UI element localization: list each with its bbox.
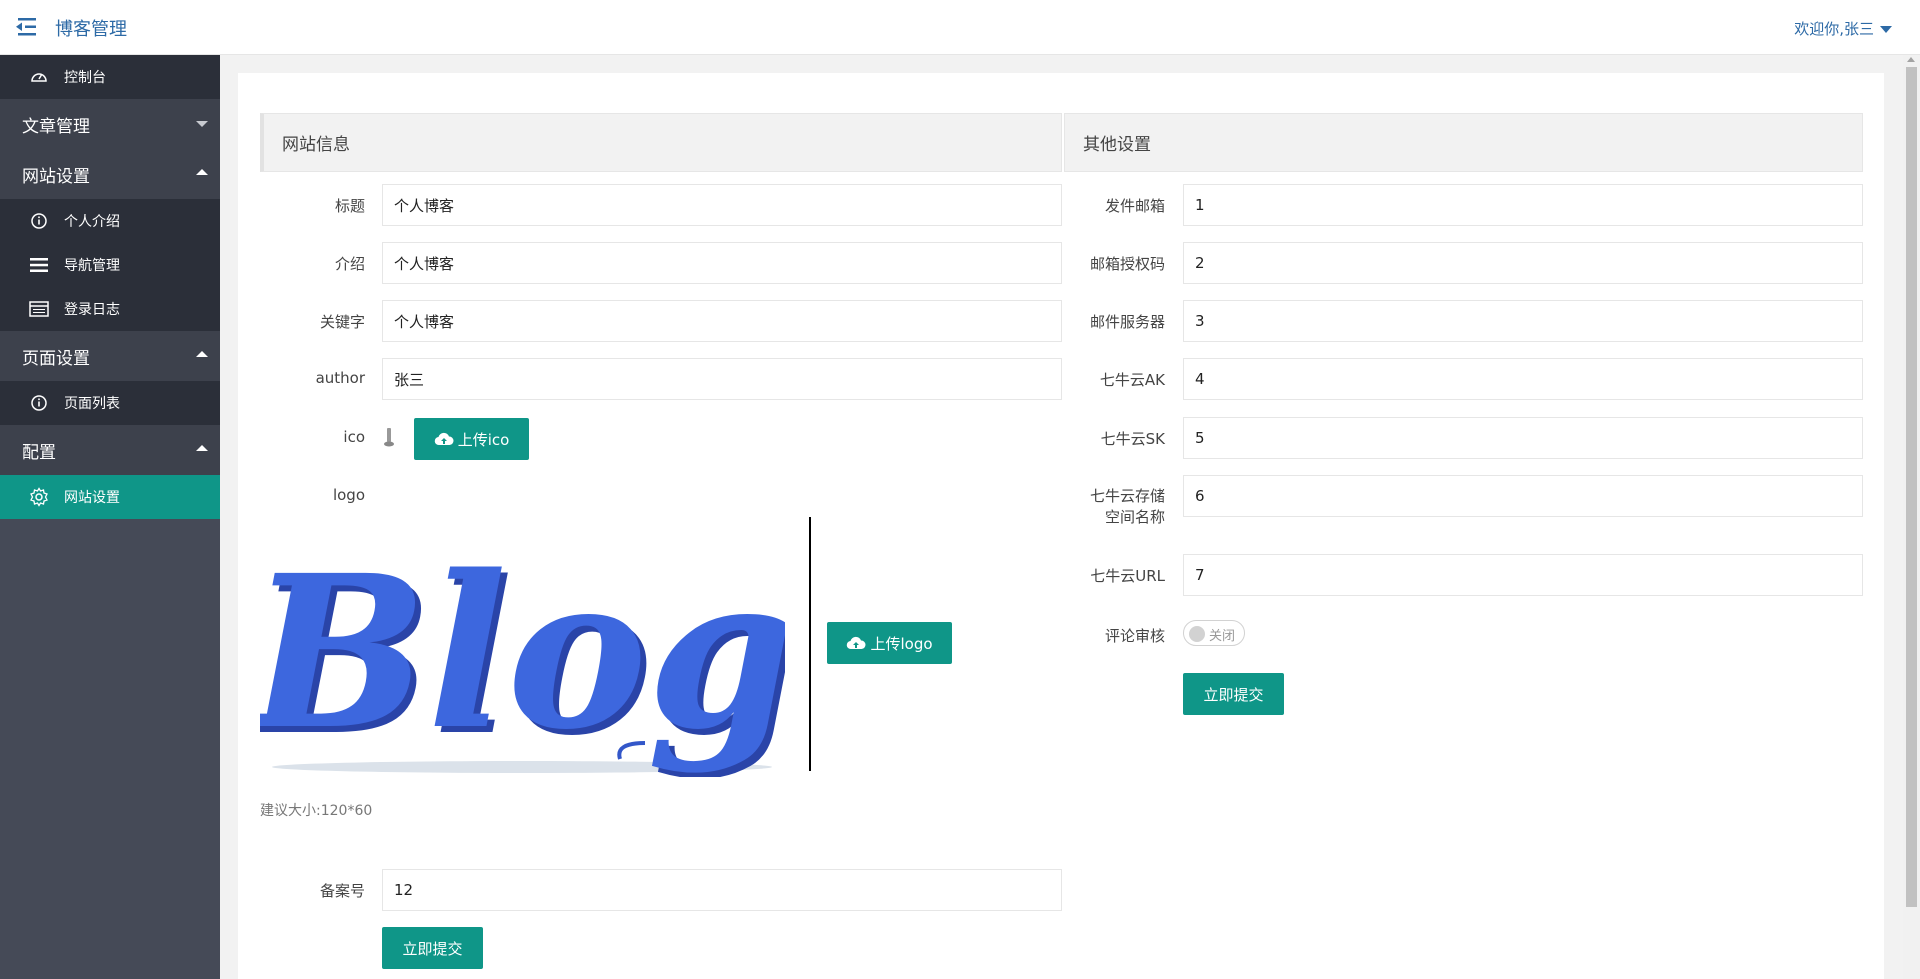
sidebar-group-articles[interactable]: 文章管理 <box>0 99 220 149</box>
qiniu-ak-input[interactable]: 4 <box>1183 358 1863 400</box>
intro-label: 介绍 <box>334 255 365 273</box>
qiniu-bucket-label: 七牛云存储 空间名称 <box>1058 486 1165 528</box>
comment-review-toggle[interactable]: 关闭 <box>1183 620 1245 646</box>
sidebar-item-label: 页面列表 <box>64 396 120 412</box>
sidebar-group-label: 配置 <box>22 442 56 463</box>
site-info-submit-button[interactable]: 立即提交 <box>382 927 483 969</box>
list-icon <box>28 254 50 276</box>
chevron-up-icon <box>196 169 208 175</box>
toggle-knob <box>1189 626 1205 642</box>
info-icon <box>28 392 50 414</box>
beian-input[interactable]: 12 <box>382 869 1062 911</box>
sidebar: 控制台 文章管理 网站设置 个人介绍 导航管理 登录日志 页面设置 页面列表 配… <box>0 55 220 979</box>
title-label: 标题 <box>334 197 365 215</box>
author-label: author <box>315 369 365 387</box>
sidebar-item-login-log[interactable]: 登录日志 <box>0 287 220 331</box>
upload-logo-label: 上传logo <box>870 634 933 653</box>
ico-label: ico <box>343 428 365 446</box>
chevron-up-icon <box>196 445 208 451</box>
keywords-input[interactable]: 个人博客 <box>382 300 1062 342</box>
cloud-upload-icon <box>847 636 866 650</box>
sidebar-group-site-settings[interactable]: 网站设置 <box>0 149 220 199</box>
scroll-up-icon[interactable] <box>1907 57 1915 62</box>
other-settings-submit-button[interactable]: 立即提交 <box>1183 673 1284 715</box>
title-input[interactable]: 个人博客 <box>382 184 1062 226</box>
qiniu-bucket-input[interactable]: 6 <box>1183 475 1863 517</box>
sidebar-item-label: 登录日志 <box>64 302 120 318</box>
gear-icon <box>28 486 50 508</box>
mail-server-input[interactable]: 3 <box>1183 300 1863 342</box>
main-card: 网站信息 标题 个人博客 介绍 个人博客 关键字 个人博客 author 张三 … <box>238 73 1884 979</box>
upload-logo-button[interactable]: 上传logo <box>827 622 952 664</box>
sidebar-group-label: 网站设置 <box>22 166 90 187</box>
beian-label: 备案号 <box>319 882 365 900</box>
upload-ico-label: 上传ico <box>457 430 510 449</box>
info-icon <box>28 210 50 232</box>
qiniu-bucket-label-line2: 空间名称 <box>1104 508 1165 526</box>
mail-server-label: 邮件服务器 <box>1089 313 1165 331</box>
sidebar-item-page-list[interactable]: 页面列表 <box>0 381 220 425</box>
app-title: 博客管理 <box>55 19 127 40</box>
top-header: 博客管理 欢迎你,张三 <box>0 0 1920 55</box>
chevron-down-icon <box>1880 26 1892 33</box>
keywords-label: 关键字 <box>319 313 365 331</box>
mail-sender-input[interactable]: 1 <box>1183 184 1863 226</box>
upload-ico-button[interactable]: 上传ico <box>414 418 529 460</box>
qiniu-sk-label: 七牛云SK <box>1100 430 1165 448</box>
sidebar-item-label: 个人介绍 <box>64 214 120 230</box>
user-menu[interactable]: 欢迎你,张三 <box>1794 18 1892 39</box>
mail-auth-code-input[interactable]: 2 <box>1183 242 1863 284</box>
menu-toggle-icon[interactable] <box>14 16 40 38</box>
sidebar-item-label: 控制台 <box>64 70 106 86</box>
qiniu-bucket-label-line1: 七牛云存储 <box>1089 487 1165 505</box>
qiniu-ak-label: 七牛云AK <box>1099 371 1165 389</box>
author-input[interactable]: 张三 <box>382 358 1062 400</box>
toggle-state-text: 关闭 <box>1209 629 1236 644</box>
chevron-up-icon <box>196 351 208 357</box>
scrollbar-thumb[interactable] <box>1906 67 1917 907</box>
comment-review-label: 评论审核 <box>1104 627 1165 645</box>
intro-input[interactable]: 个人博客 <box>382 242 1062 284</box>
sidebar-group-config[interactable]: 配置 <box>0 425 220 475</box>
sidebar-group-label: 页面设置 <box>22 348 90 369</box>
mail-auth-code-label: 邮箱授权码 <box>1089 255 1165 273</box>
other-settings-heading: 其他设置 <box>1064 113 1863 172</box>
sidebar-group-label: 文章管理 <box>22 116 90 137</box>
qiniu-sk-input[interactable]: 5 <box>1183 417 1863 459</box>
dashboard-icon <box>28 66 50 88</box>
page-scrollbar[interactable] <box>1903 55 1920 979</box>
user-greeting: 欢迎你,张三 <box>1794 20 1874 38</box>
mail-sender-label: 发件邮箱 <box>1104 197 1165 215</box>
chevron-down-icon <box>196 121 208 127</box>
logo-divider <box>809 517 811 771</box>
sidebar-item-site-config[interactable]: 网站设置 <box>0 475 220 519</box>
log-table-icon <box>28 298 50 320</box>
sidebar-group-page-settings[interactable]: 页面设置 <box>0 331 220 381</box>
sidebar-item-dashboard[interactable]: 控制台 <box>0 55 220 99</box>
sidebar-item-label: 网站设置 <box>64 490 120 506</box>
sidebar-item-profile[interactable]: 个人介绍 <box>0 199 220 243</box>
sidebar-item-label: 导航管理 <box>64 258 120 274</box>
logo-size-hint: 建议大小:120*60 <box>260 803 373 819</box>
logo-label: logo <box>332 486 365 504</box>
logo-text: Blog <box>260 529 785 776</box>
cloud-upload-icon <box>434 432 454 446</box>
site-info-heading: 网站信息 <box>260 113 1062 172</box>
sidebar-item-nav[interactable]: 导航管理 <box>0 243 220 287</box>
qiniu-url-input[interactable]: 7 <box>1183 554 1863 596</box>
ico-preview-icon <box>383 426 395 448</box>
logo-preview-image: Blog Blog <box>260 521 785 777</box>
qiniu-url-label: 七牛云URL <box>1090 567 1165 585</box>
